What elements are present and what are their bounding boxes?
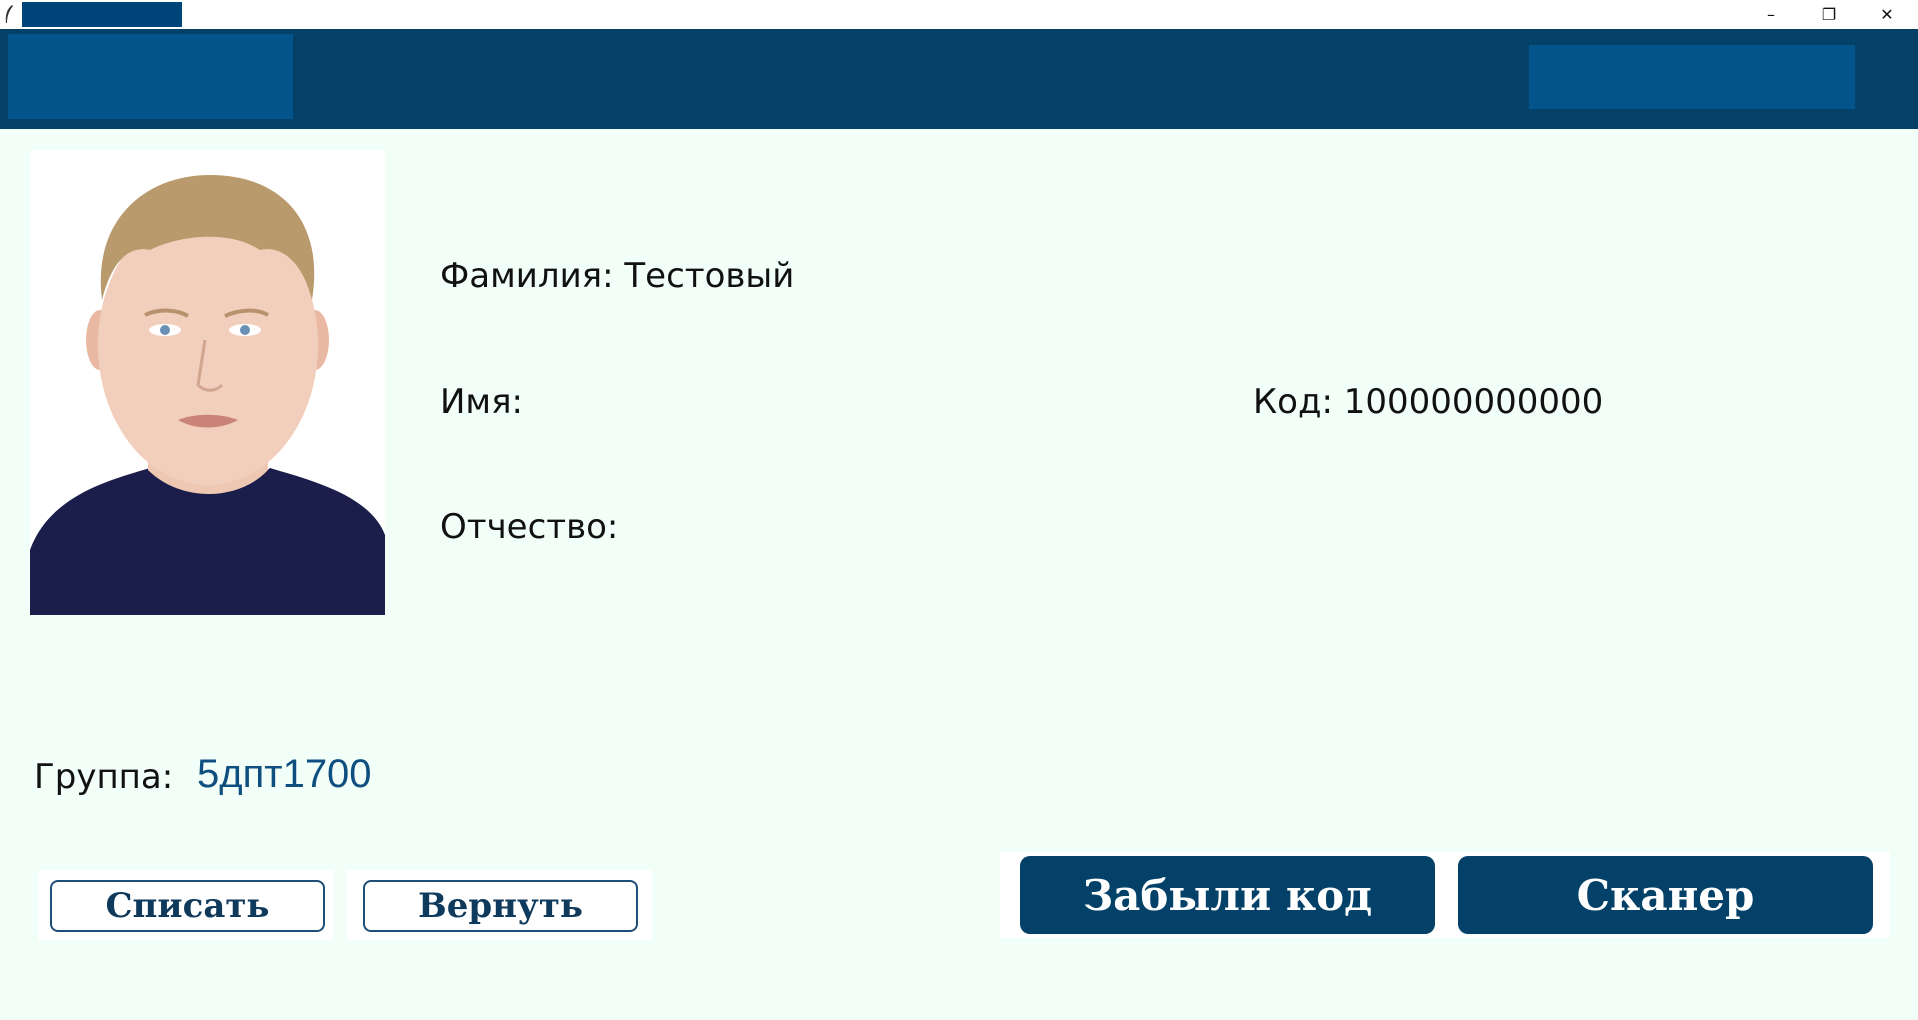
restore-button[interactable]: ❐: [1800, 0, 1858, 29]
return-button[interactable]: Вернуть: [363, 880, 638, 932]
scanner-button[interactable]: Сканер: [1458, 856, 1873, 934]
patronymic-label: Отчество:: [440, 507, 619, 547]
group-value: 5дпт1700: [197, 752, 372, 796]
write-off-button[interactable]: Списать: [50, 880, 325, 932]
code-label: Код: 100000000000: [1253, 382, 1604, 422]
header-right-block: [1529, 45, 1855, 109]
student-photo: [30, 150, 385, 615]
forgot-code-button[interactable]: Забыли код: [1020, 856, 1435, 934]
feather-icon: [4, 4, 14, 24]
window-titlebar: – ❐ ✕: [0, 0, 1918, 29]
close-button[interactable]: ✕: [1858, 0, 1916, 29]
surname-label: Фамилия: Тестовый: [440, 256, 795, 296]
header-left-block: [8, 34, 293, 119]
name-label: Имя:: [440, 382, 523, 422]
app-header: [0, 29, 1918, 129]
group-label: Группа:: [34, 757, 174, 797]
minimize-button[interactable]: –: [1742, 0, 1800, 29]
window-title-block: [22, 2, 182, 27]
